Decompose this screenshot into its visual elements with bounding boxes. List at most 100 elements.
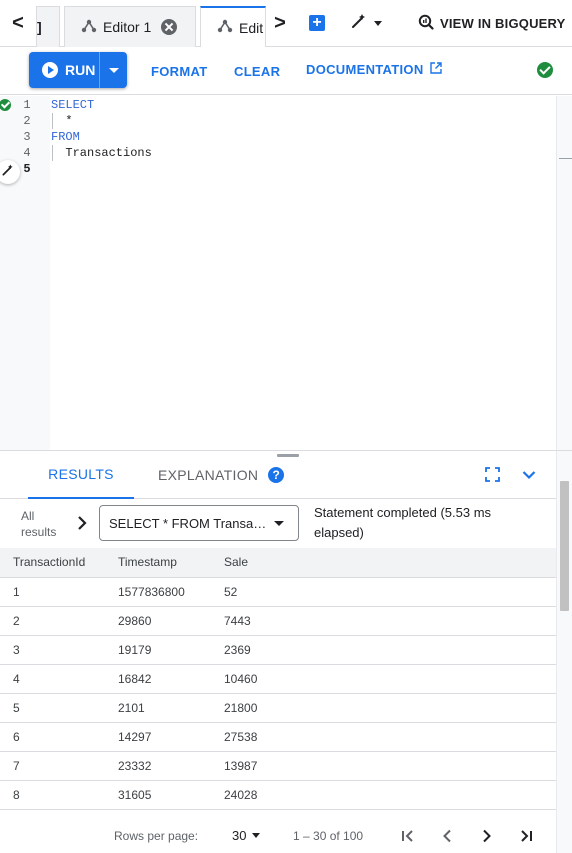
tab-partial[interactable]: ]	[36, 6, 60, 47]
table-cell: 2101	[105, 693, 211, 723]
table-cell: 8	[0, 780, 105, 810]
fullscreen-icon[interactable]	[485, 467, 500, 482]
help-icon[interactable]: ?	[268, 467, 285, 483]
run-label: RUN	[65, 62, 96, 78]
table-cell: 10000	[105, 809, 211, 818]
format-button[interactable]: FORMAT	[151, 47, 207, 95]
table-row: 5 2101 21800	[0, 693, 556, 723]
line-number: 2	[23, 114, 31, 128]
code-text: *	[51, 114, 73, 128]
plus-icon: +	[312, 14, 322, 31]
chevron-left-icon	[443, 829, 451, 843]
chevron-left-icon: <	[12, 11, 24, 34]
all-results-label: All results	[21, 509, 57, 539]
sql-editor[interactable]: 1 SELECT 2 * 3 FROM 4 Transactions 5	[0, 96, 572, 450]
tab-editor-active[interactable]: Edit	[200, 6, 266, 47]
caret-down-icon	[108, 67, 119, 73]
run-button[interactable]: RUN	[29, 52, 99, 88]
table-row: 3 19179 2369	[0, 635, 556, 665]
caret-down-icon	[374, 20, 382, 26]
close-icon[interactable]	[161, 19, 177, 35]
run-options-button[interactable]	[99, 52, 127, 88]
chevron-right-icon: >	[274, 11, 286, 34]
code-text: SELECT	[51, 98, 95, 112]
results-table-container: TransactionId Timestamp Sale 1 1577836800…	[0, 548, 556, 818]
caret-down-icon	[274, 521, 284, 526]
table-cell: 5000	[211, 809, 556, 818]
editor-tab-strip: < ] Editor 1 Edit > + VIEW IN BIGQUERY	[0, 0, 572, 47]
table-cell: 9	[0, 809, 105, 818]
open-in-new-icon	[429, 61, 442, 77]
table-row: 9100005000	[0, 809, 556, 818]
table-cell: 7	[0, 751, 105, 781]
run-button-group: RUN	[29, 52, 127, 88]
table-cell: 4	[0, 664, 105, 694]
documentation-link[interactable]: DOCUMENTATION	[306, 45, 442, 93]
play-icon	[42, 62, 58, 78]
scroll-marker	[559, 158, 572, 159]
add-tab-button[interactable]: +	[309, 15, 325, 31]
chevron-right-icon[interactable]	[75, 512, 89, 534]
results-table: TransactionId Timestamp Sale 1 1577836800…	[0, 548, 556, 818]
column-header[interactable]: Timestamp	[105, 548, 211, 578]
table-row: 2 29860 7443	[0, 606, 556, 636]
table-cell: 1577836800	[105, 577, 211, 607]
table-cell: 23332	[105, 751, 211, 781]
view-in-bigquery-button[interactable]: VIEW IN BIGQUERY	[418, 12, 566, 34]
tab-editor-1[interactable]: Editor 1	[64, 6, 196, 47]
table-cell: 7443	[211, 606, 556, 636]
magic-wand-icon	[350, 12, 368, 35]
table-cell: 19179	[105, 635, 211, 665]
table-cell: 16842	[105, 664, 211, 694]
assist-menu-button[interactable]	[350, 12, 382, 34]
bigquery-icon	[418, 14, 434, 33]
table-cell: 21800	[211, 693, 556, 723]
table-row: 7 23332 13987	[0, 751, 556, 781]
query-icon	[217, 18, 233, 37]
column-header[interactable]: TransactionId	[0, 548, 105, 578]
previous-page-button[interactable]	[437, 826, 457, 846]
table-row: 4 16842 10460	[0, 664, 556, 694]
tab-explanation[interactable]: EXPLANATION ?	[158, 451, 285, 499]
rows-per-page-select[interactable]: 30	[232, 828, 261, 843]
table-cell: 24028	[211, 780, 556, 810]
column-header[interactable]: Sale	[211, 548, 556, 578]
tab-label: Edit	[239, 19, 264, 36]
results-scrollbar[interactable]	[556, 451, 572, 853]
tab-results[interactable]: RESULTS	[28, 451, 134, 499]
collapse-panel-icon[interactable]	[520, 466, 538, 484]
tab-scroll-right-button[interactable]: >	[266, 0, 294, 46]
table-header-row: TransactionId Timestamp Sale	[0, 548, 556, 578]
table-cell: 2369	[211, 635, 556, 665]
documentation-label: DOCUMENTATION	[306, 61, 424, 77]
tab-scroll-left-button[interactable]: <	[0, 0, 36, 46]
table-cell: 52	[211, 577, 556, 607]
editor-scrollbar[interactable]	[556, 96, 572, 450]
table-row: 6 14297 27538	[0, 722, 556, 752]
table-cell: 13987	[211, 751, 556, 781]
query-toolbar: RUN FORMAT CLEAR DOCUMENTATION	[0, 47, 572, 95]
query-icon	[81, 18, 97, 37]
first-page-button[interactable]	[398, 826, 418, 846]
line-number: 1	[23, 98, 31, 112]
scrollbar-thumb[interactable]	[560, 481, 569, 611]
code-text: Transactions	[51, 146, 152, 160]
clear-button[interactable]: CLEAR	[234, 47, 280, 95]
statement-status: Statement completed (5.53 ms elapsed)	[314, 505, 492, 540]
table-cell: 2	[0, 606, 105, 636]
next-page-button[interactable]	[477, 826, 497, 846]
table-cell: 27538	[211, 722, 556, 752]
rows-per-page-value: 30	[232, 828, 247, 843]
partial-tab-glyph: ]	[37, 19, 42, 35]
table-paginator: Rows per page: 30 1 – 30 of 100	[0, 818, 556, 853]
first-page-icon	[402, 830, 413, 842]
results-controls: All results SELECT * FROM Transacti… Sta…	[0, 499, 556, 549]
statement-select[interactable]: SELECT * FROM Transacti…	[99, 505, 299, 541]
table-cell: 5	[0, 693, 105, 723]
table-row: 8 31605 24028	[0, 780, 556, 810]
query-valid-check-icon	[537, 62, 553, 78]
table-cell: 29860	[105, 606, 211, 636]
last-page-button[interactable]	[516, 826, 536, 846]
line-number: 4	[23, 146, 31, 160]
magic-wand-icon	[1, 163, 15, 182]
